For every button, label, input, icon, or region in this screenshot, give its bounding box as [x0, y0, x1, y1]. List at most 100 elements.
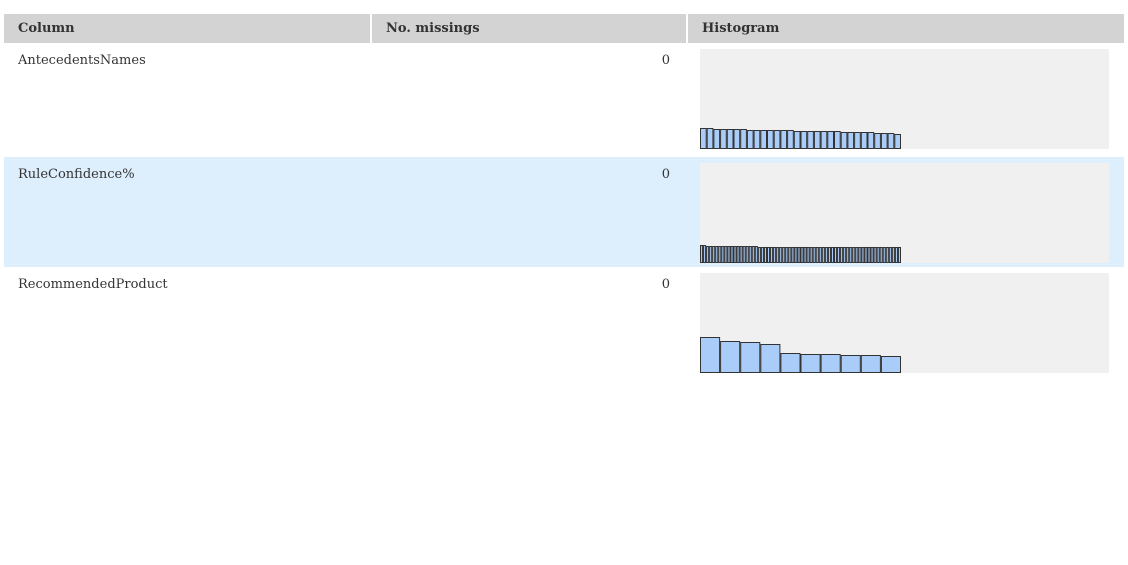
histogram-bar	[873, 247, 877, 263]
histogram-bar	[800, 131, 808, 149]
histogram-bar	[740, 129, 747, 149]
histogram-bar	[840, 132, 848, 149]
missings-header[interactable]: No. missings	[372, 14, 686, 43]
column-header[interactable]: Column	[4, 14, 370, 43]
histogram-bar	[860, 355, 881, 373]
histogram-bar	[860, 132, 868, 149]
histogram-bar	[840, 355, 861, 373]
histogram-bar	[706, 128, 714, 149]
histogram-bar	[821, 247, 825, 263]
histogram-bar	[861, 247, 865, 263]
histogram-bar	[739, 246, 743, 263]
histogram-bar	[834, 247, 838, 263]
histogram-bar	[807, 131, 814, 149]
histogram-bar	[730, 246, 734, 263]
histogram-bar	[794, 247, 798, 263]
column-name-cell: AntecedentsNames	[18, 53, 146, 68]
histogram-bar	[864, 247, 868, 263]
histogram-bar	[713, 129, 721, 149]
histogram-bar	[748, 246, 752, 263]
missings-cell: 0	[661, 167, 670, 182]
histogram-bar	[867, 247, 871, 263]
histogram-bar	[800, 247, 804, 263]
histogram-bar	[760, 344, 781, 373]
histogram-bar	[855, 247, 859, 263]
histogram-cell	[686, 267, 1124, 377]
table-row-selected[interactable]: RuleConfidence% 0	[4, 157, 1124, 267]
histogram-bar	[818, 247, 822, 263]
histogram-bar	[894, 134, 902, 149]
histogram-bar	[858, 247, 862, 263]
histogram-bar	[867, 132, 875, 149]
histogram-bar	[876, 247, 880, 263]
histogram-bar	[852, 247, 856, 263]
histogram-bar	[720, 129, 727, 149]
histogram-bar	[897, 247, 901, 263]
histogram-plot	[700, 163, 1109, 263]
histogram-bar	[843, 247, 847, 263]
histogram-bar	[812, 247, 816, 263]
column-name-cell: RuleConfidence%	[18, 167, 135, 182]
statistics-table: Column No. missings Histogram Antecedent…	[4, 14, 1124, 377]
histogram-bar	[846, 247, 850, 263]
histogram-bar	[733, 246, 737, 263]
histogram-bar	[854, 132, 861, 149]
histogram-cell	[686, 43, 1124, 157]
histogram-bar	[793, 131, 801, 149]
histogram-bar	[726, 129, 734, 149]
histogram-bar	[709, 246, 713, 263]
missings-cell: 0	[661, 53, 670, 68]
histogram-bar	[721, 246, 725, 263]
histogram-svg	[700, 128, 902, 149]
table-row[interactable]: AntecedentsNames 0	[4, 43, 1124, 157]
histogram-bar	[806, 247, 810, 263]
histogram-bar	[742, 246, 746, 263]
table-row[interactable]: RecommendedProduct 0	[4, 267, 1124, 377]
histogram-bar	[880, 356, 901, 373]
histogram-bar	[837, 247, 841, 263]
histogram-svg	[700, 245, 901, 263]
histogram-bar	[820, 131, 828, 149]
histogram-bar	[760, 130, 767, 149]
histogram-bar	[894, 247, 898, 263]
histogram-bar	[727, 246, 731, 263]
histogram-bar	[891, 247, 895, 263]
histogram-header[interactable]: Histogram	[688, 14, 1124, 43]
histogram-bar	[736, 246, 740, 263]
histogram-bar	[847, 132, 855, 149]
histogram-bar	[888, 247, 892, 263]
histogram-bar	[879, 247, 883, 263]
histogram-bar	[720, 341, 741, 373]
histogram-bar	[885, 247, 889, 263]
histogram-bar	[870, 247, 874, 263]
histogram-bar	[712, 246, 716, 263]
histogram-plot	[700, 273, 1109, 373]
histogram-bar	[760, 247, 764, 263]
histogram-bar	[830, 247, 834, 263]
column-name-cell: RecommendedProduct	[18, 277, 168, 292]
histogram-bar	[882, 247, 886, 263]
histogram-bar	[757, 247, 761, 263]
table-header: Column No. missings Histogram	[4, 14, 1124, 43]
histogram-bar	[820, 354, 841, 373]
histogram-bar	[754, 246, 758, 263]
histogram-bar	[849, 247, 853, 263]
histogram-bar	[718, 246, 722, 263]
histogram-bar	[827, 247, 831, 263]
histogram-bar	[785, 247, 789, 263]
histogram-bar	[834, 131, 841, 149]
histogram-bar	[803, 247, 807, 263]
histogram-bar	[780, 130, 788, 149]
histogram-bar	[763, 247, 767, 263]
histogram-bar	[751, 246, 755, 263]
histogram-bar	[767, 130, 774, 149]
histogram-bar	[773, 247, 777, 263]
histogram-svg	[700, 337, 901, 373]
histogram-bar	[700, 337, 721, 373]
histogram-bar	[700, 245, 704, 263]
missings-cell: 0	[661, 277, 670, 292]
histogram-bar	[733, 129, 741, 149]
histogram-bar	[773, 130, 781, 149]
histogram-bar	[700, 128, 707, 149]
histogram-plot	[700, 49, 1109, 149]
